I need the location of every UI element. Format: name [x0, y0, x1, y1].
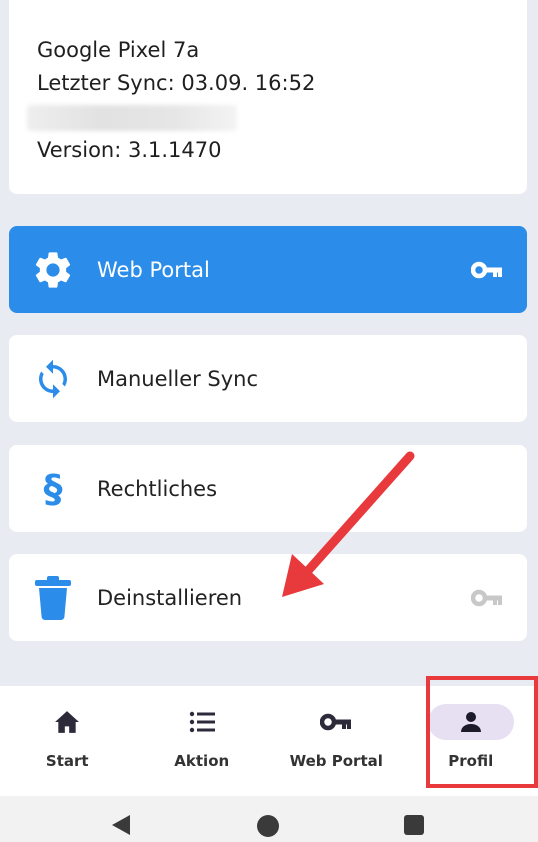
legal-button[interactable]: § Rechtliches — [9, 445, 527, 532]
key-icon — [471, 586, 507, 610]
nav-tab-start[interactable]: Start — [0, 686, 135, 796]
paragraph-icon: § — [31, 467, 75, 511]
nav-label-start: Start — [45, 752, 89, 770]
redacted-field — [27, 105, 237, 131]
device-info-card: Google Pixel 7a Letzter Sync: 03.09. 16:… — [9, 0, 527, 194]
uninstall-button[interactable]: Deinstallieren — [9, 554, 527, 641]
trash-icon — [31, 575, 75, 620]
nav-label-action: Aktion — [174, 752, 230, 770]
home-circle-icon[interactable] — [256, 814, 280, 842]
key-icon — [471, 258, 507, 282]
version-text: Version: 3.1.1470 — [37, 138, 222, 162]
legal-label: Rechtliches — [97, 476, 218, 501]
nav-tab-action[interactable]: Aktion — [135, 686, 270, 796]
manual-sync-button[interactable]: Manueller Sync — [9, 335, 527, 422]
uninstall-label: Deinstallieren — [97, 585, 243, 610]
device-name: Google Pixel 7a — [37, 38, 200, 62]
back-icon[interactable] — [110, 814, 132, 840]
web-portal-label: Web Portal — [97, 257, 210, 282]
recents-icon[interactable] — [403, 814, 425, 840]
system-navigation-bar — [0, 796, 538, 842]
key-icon — [293, 704, 379, 740]
nav-tab-web-portal[interactable]: Web Portal — [269, 686, 404, 796]
home-icon — [24, 704, 110, 740]
paragraph-symbol: § — [43, 466, 63, 511]
manual-sync-label: Manueller Sync — [97, 366, 259, 391]
last-sync-text: Letzter Sync: 03.09. 16:52 — [37, 71, 316, 95]
web-portal-button[interactable]: Web Portal — [9, 226, 527, 313]
annotation-highlight-box — [426, 676, 538, 788]
sync-icon — [31, 357, 75, 401]
nav-label-web-portal: Web Portal — [289, 752, 383, 770]
list-icon — [159, 704, 245, 740]
gear-icon — [31, 248, 75, 292]
